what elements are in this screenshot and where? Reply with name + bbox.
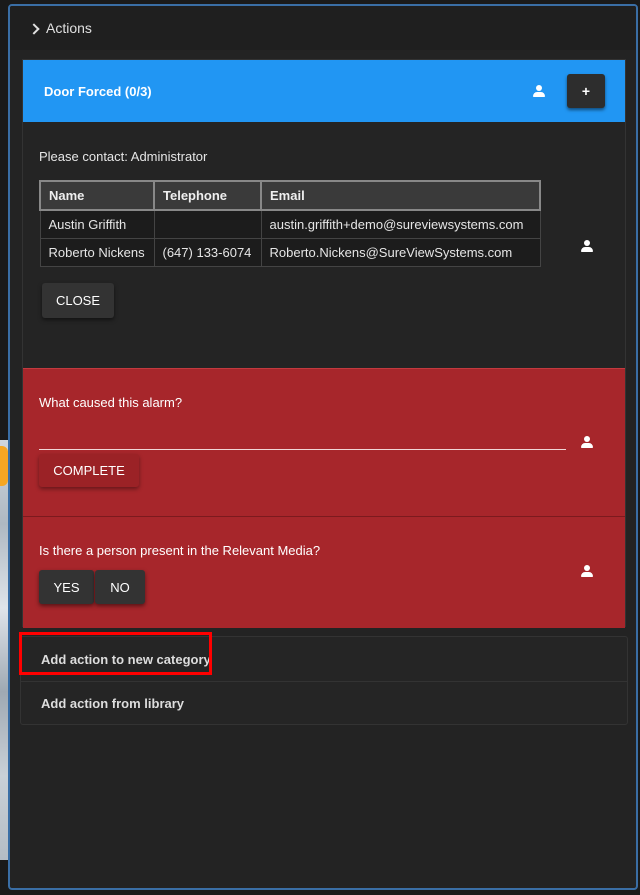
person-icon[interactable] (533, 85, 545, 97)
contact-name: Roberto Nickens (39, 238, 155, 267)
column-header-name: Name (39, 180, 155, 211)
contact-email: austin.griffith+demo@sureviewsystems.com (260, 209, 541, 239)
contact-instruction: Please contact: Administrator (39, 149, 208, 164)
actions-panel: Actions Door Forced (0/3) + Please conta… (8, 4, 638, 890)
yes-button[interactable]: YES (39, 570, 94, 604)
column-header-telephone: Telephone (153, 180, 262, 211)
table-header-row: Name Telephone Email (39, 180, 541, 211)
person-icon[interactable] (581, 565, 593, 577)
no-button[interactable]: NO (95, 570, 145, 604)
question-text: Is there a person present in the Relevan… (39, 543, 321, 558)
table-row: Roberto Nickens (647) 133-6074 Roberto.N… (39, 238, 541, 267)
contacts-table: Name Telephone Email Austin Griffith aus… (39, 180, 541, 267)
yes-no-action: Is there a person present in the Relevan… (23, 516, 625, 628)
complete-button[interactable]: COMPLETE (39, 454, 139, 487)
category-header: Door Forced (0/3) + (23, 60, 625, 122)
person-icon[interactable] (581, 436, 593, 448)
contact-telephone: (647) 133-6074 (153, 238, 262, 267)
chevron-right-icon (28, 22, 40, 35)
question-action: What caused this alarm? COMPLETE (23, 368, 625, 516)
action-category: Door Forced (0/3) + Please contact: Admi… (22, 59, 626, 628)
contact-telephone (153, 209, 262, 239)
answer-input[interactable] (39, 426, 566, 450)
column-header-email: Email (260, 180, 541, 211)
table-row: Austin Griffith austin.griffith+demo@sur… (39, 209, 541, 239)
contact-name: Austin Griffith (39, 209, 155, 239)
question-text: What caused this alarm? (39, 395, 183, 410)
add-action-to-new-category[interactable]: Add action to new category (21, 637, 627, 681)
person-icon[interactable] (581, 240, 593, 252)
add-action-menu: Add action to new category Add action fr… (20, 636, 628, 725)
add-action-from-library[interactable]: Add action from library (21, 681, 627, 725)
add-action-button[interactable]: + (567, 74, 605, 108)
category-title: Door Forced (0/3) (44, 83, 152, 99)
actions-panel-title: Actions (46, 20, 92, 36)
actions-panel-header[interactable]: Actions (10, 6, 636, 50)
contact-email: Roberto.Nickens@SureViewSystems.com (260, 238, 541, 267)
map-marker-icon (0, 446, 8, 486)
contact-action: Please contact: Administrator Name Telep… (23, 122, 625, 368)
close-button[interactable]: CLOSE (42, 283, 114, 318)
